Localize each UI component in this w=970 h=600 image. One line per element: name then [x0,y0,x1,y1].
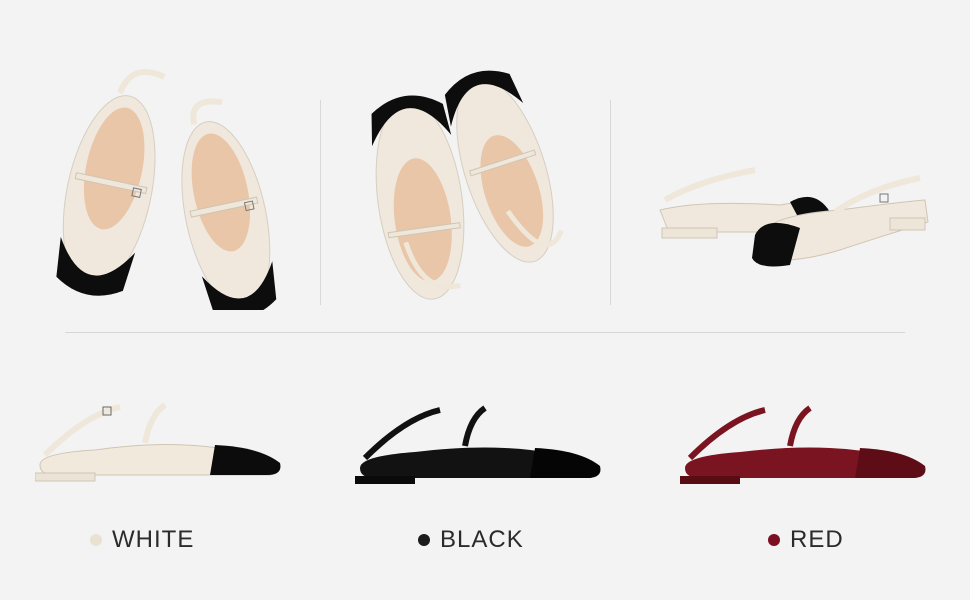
red-dot-icon [768,534,780,546]
color-option-red: RED [768,526,844,554]
shoe-red-side [680,400,930,490]
white-dot-icon [90,534,102,546]
top-photo-pair-reversed [350,60,590,310]
shoe-black-side [355,400,605,490]
divider-2 [610,100,611,305]
color-label-white: WHITE [112,526,195,553]
color-option-white: WHITE [90,526,194,554]
top-photo-pair-flat [35,60,295,310]
divider-1 [320,100,321,305]
section-divider [65,332,905,333]
color-label-black: BLACK [440,526,524,553]
color-option-black: BLACK [418,526,524,554]
shoe-white-side [35,395,285,485]
color-label-red: RED [790,526,844,553]
top-photo-side-angle [640,140,940,280]
black-dot-icon [418,534,430,546]
